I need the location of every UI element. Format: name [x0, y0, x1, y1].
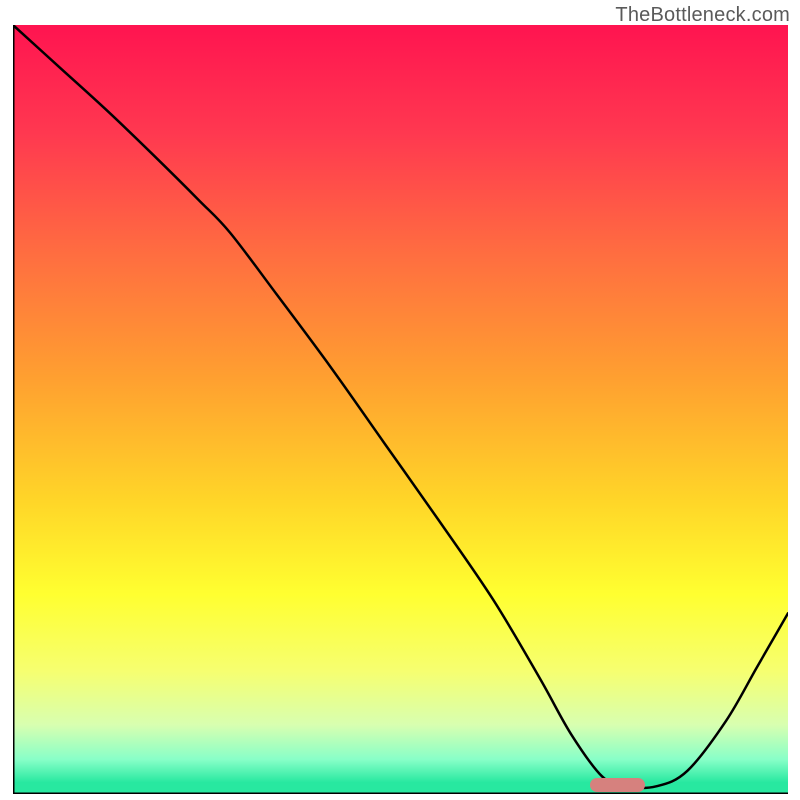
- plot-svg: [13, 25, 788, 794]
- gradient-background: [13, 25, 788, 794]
- plot-area: [13, 25, 788, 794]
- chart-stage: TheBottleneck.com: [0, 0, 800, 800]
- watermark-text: TheBottleneck.com: [615, 4, 790, 27]
